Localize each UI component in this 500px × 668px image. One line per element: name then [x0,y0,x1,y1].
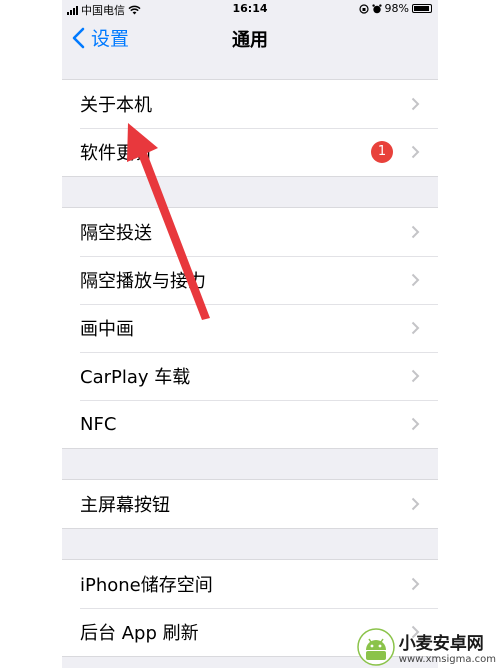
watermark-name: 小麦安卓网 [398,634,484,654]
row-label: 后台 App 刷新 [80,623,199,644]
chevron-right-icon [411,417,420,431]
navigation-bar: 设置 通用 [62,18,438,58]
row-label: NFC [80,413,117,435]
row-home-button[interactable]: 主屏幕按钮 [62,480,438,528]
row-airplay-handoff[interactable]: 隔空播放与接力 [62,256,438,304]
row-label: 软件更新 [80,143,152,164]
row-label: 隔空投送 [80,223,152,244]
settings-group-sharing: 隔空投送 隔空播放与接力 画中画 CarPlay 车载 NFC [62,207,438,449]
status-right: 98% [358,2,432,15]
battery-percent: 98% [384,2,409,15]
row-picture-in-picture[interactable]: 画中画 [62,304,438,352]
row-software-update[interactable]: 软件更新 1 [62,128,438,176]
alarm-icon [371,3,382,13]
row-label: 关于本机 [80,95,152,116]
watermark-url: www.xmsigma.com [398,654,496,665]
chevron-right-icon [411,97,420,111]
settings-group-home-button: 主屏幕按钮 [62,479,438,529]
status-bar: 中国电信 16:14 98% [62,0,438,18]
row-iphone-storage[interactable]: iPhone储存空间 [62,560,438,608]
row-airdrop[interactable]: 隔空投送 [62,208,438,256]
chevron-right-icon [411,577,420,591]
row-carplay[interactable]: CarPlay 车载 [62,352,438,400]
chevron-right-icon [411,321,420,335]
row-label: 隔空播放与接力 [80,271,206,292]
row-label: 画中画 [80,319,134,340]
watermark-text: 小麦安卓网 www.xmsigma.com [399,629,496,665]
row-about[interactable]: 关于本机 [62,80,438,128]
row-label: 主屏幕按钮 [80,495,170,516]
orientation-lock-icon [358,3,369,14]
battery-icon [412,4,432,13]
row-label: iPhone储存空间 [80,575,213,596]
chevron-right-icon [411,225,420,239]
settings-group-about: 关于本机 软件更新 1 [62,79,438,177]
chevron-right-icon [411,369,420,383]
row-label: CarPlay 车载 [80,367,191,388]
page-title: 通用 [232,30,268,51]
android-logo-icon [357,628,395,666]
watermark: 小麦安卓网 www.xmsigma.com [357,628,496,666]
chevron-right-icon [411,273,420,287]
chevron-right-icon [411,145,420,159]
chevron-right-icon [411,497,420,511]
settings-screen: 中国电信 16:14 98% 设置 通用 关于本机 软件更新 1 隔空投送 隔空… [62,0,438,668]
update-badge: 1 [371,141,393,163]
row-nfc[interactable]: NFC [62,400,438,448]
